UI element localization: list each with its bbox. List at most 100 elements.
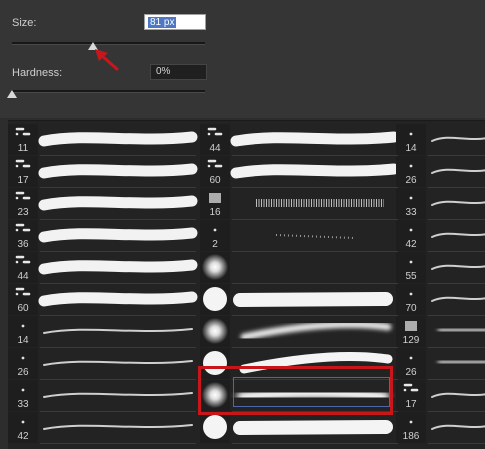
brush-size-label: 26 [405, 175, 417, 186]
stroke-preview [431, 392, 485, 398]
size-slider-track[interactable] [12, 42, 205, 45]
brush-preset-item[interactable]: 42 [396, 220, 485, 252]
brush-preset-item[interactable]: 11 [8, 124, 198, 156]
brush-size-label: 26 [17, 367, 29, 378]
stroke-preview [431, 136, 485, 142]
red-arrow-annotation-icon [95, 49, 119, 71]
brush-preset-item[interactable]: 36 [8, 220, 198, 252]
stroke-preview [38, 131, 198, 147]
brush-size-label: 44 [209, 143, 221, 154]
stroke-preview [38, 163, 198, 179]
brush-size-label: 23 [17, 207, 29, 218]
brush-preset-item[interactable]: 26 [396, 348, 485, 380]
brush-size-label: 2 [212, 239, 218, 250]
brush-size-label: 186 [403, 431, 420, 442]
hardness-label: Hardness: [12, 67, 63, 79]
brush-preset-item[interactable]: 14 [396, 124, 485, 156]
stroke-preview [437, 354, 485, 370]
stroke-preview [43, 424, 193, 430]
brush-preset-item[interactable]: 2 [200, 220, 398, 252]
brush-preset-item[interactable]: 70 [396, 284, 485, 316]
stroke-preview [275, 234, 355, 239]
brush-size-label: 42 [17, 431, 29, 442]
brush-size-label: 14 [405, 143, 417, 154]
dot-brush-icon [213, 228, 217, 232]
stroke-preview [431, 232, 485, 238]
dot-brush-icon [409, 292, 413, 296]
size-label: Size: [12, 17, 37, 29]
brush-preset-item[interactable]: 60 [8, 284, 198, 316]
brush-options-panel: Size: 81 px Hardness: 0% [0, 0, 485, 118]
brush-size-label: 60 [209, 175, 221, 186]
dot-brush-icon [21, 388, 25, 392]
brush-size-label: 17 [405, 399, 417, 410]
stroke-preview [43, 392, 193, 398]
size-input[interactable]: 81 px [144, 14, 206, 30]
stroke-preview [38, 227, 198, 243]
brush-size-label: 33 [17, 399, 29, 410]
brush-preset-item[interactable]: 42 [8, 412, 196, 444]
hard-round-brush-icon [203, 287, 227, 311]
hardness-input[interactable]: 0% [150, 64, 207, 80]
brush-size-label: 26 [405, 367, 417, 378]
brush-preset-item[interactable]: 16 [200, 188, 398, 220]
brush-size-label: 70 [405, 303, 417, 314]
dot-brush-icon [409, 164, 413, 168]
brush-size-label: 55 [405, 271, 417, 282]
dot-brush-icon [409, 420, 413, 424]
brush-preset-item[interactable]: 23 [8, 188, 198, 220]
brush-size-label: 33 [405, 207, 417, 218]
texture-brush-icon [405, 321, 417, 331]
stroke-preview [38, 259, 198, 275]
brush-preset-item[interactable]: 44 [8, 252, 198, 284]
dot-brush-icon [409, 356, 413, 360]
size-value[interactable]: 81 px [148, 17, 177, 28]
hardness-slider-thumb[interactable] [7, 90, 17, 98]
brush-size-label: 14 [17, 335, 29, 346]
hardness-slider-track[interactable] [12, 90, 205, 93]
brush-preset-item[interactable]: 60 [200, 156, 400, 188]
dot-brush-icon [409, 132, 413, 136]
stroke-preview [431, 200, 485, 206]
brush-preset-item[interactable]: 14 [8, 316, 196, 348]
brush-preset-item[interactable]: 17 [8, 156, 198, 188]
stroke-preview [431, 168, 485, 174]
stroke-preview [233, 292, 393, 307]
brush-preset-item[interactable]: 33 [396, 188, 485, 220]
dot-brush-icon [21, 356, 25, 360]
soft-round-brush-icon [202, 254, 228, 280]
brush-size-label: 11 [18, 143, 29, 154]
soft-round-brush-icon [202, 318, 228, 344]
dot-brush-icon [409, 196, 413, 200]
brush-preset-item[interactable]: 26 [8, 348, 196, 380]
brush-size-label: 129 [403, 335, 420, 346]
stroke-preview [38, 195, 198, 211]
brush-preset-item[interactable]: 17 [396, 380, 485, 412]
brush-size-label: 16 [209, 207, 221, 218]
texture-brush-icon [209, 193, 221, 203]
brush-preset-item[interactable]: 186 [396, 412, 485, 444]
brush-size-label: 60 [17, 303, 29, 314]
brush-size-label: 36 [17, 239, 29, 250]
brush-preset-item[interactable] [200, 316, 398, 348]
stroke-preview [43, 328, 193, 334]
stroke-preview [240, 321, 392, 341]
brush-size-label: 42 [405, 239, 417, 250]
dot-brush-icon [409, 228, 413, 232]
brush-preset-item[interactable] [200, 252, 398, 284]
brush-preset-item[interactable] [200, 412, 398, 444]
stroke-preview [43, 360, 193, 366]
stroke-preview [230, 131, 400, 147]
brush-preset-item[interactable]: 44 [200, 124, 400, 156]
brush-preset-item[interactable]: 55 [396, 252, 485, 284]
dot-brush-icon [21, 420, 25, 424]
brush-preset-item[interactable]: 33 [8, 380, 196, 412]
stroke-preview [437, 322, 485, 338]
brush-preset-item[interactable]: 129 [396, 316, 485, 348]
stroke-preview [431, 264, 485, 270]
stroke-preview [233, 420, 393, 435]
brush-preset-item[interactable] [200, 284, 398, 316]
hard-round-brush-icon [203, 415, 227, 439]
brush-preset-item[interactable]: 26 [396, 156, 485, 188]
stroke-preview [431, 296, 485, 302]
